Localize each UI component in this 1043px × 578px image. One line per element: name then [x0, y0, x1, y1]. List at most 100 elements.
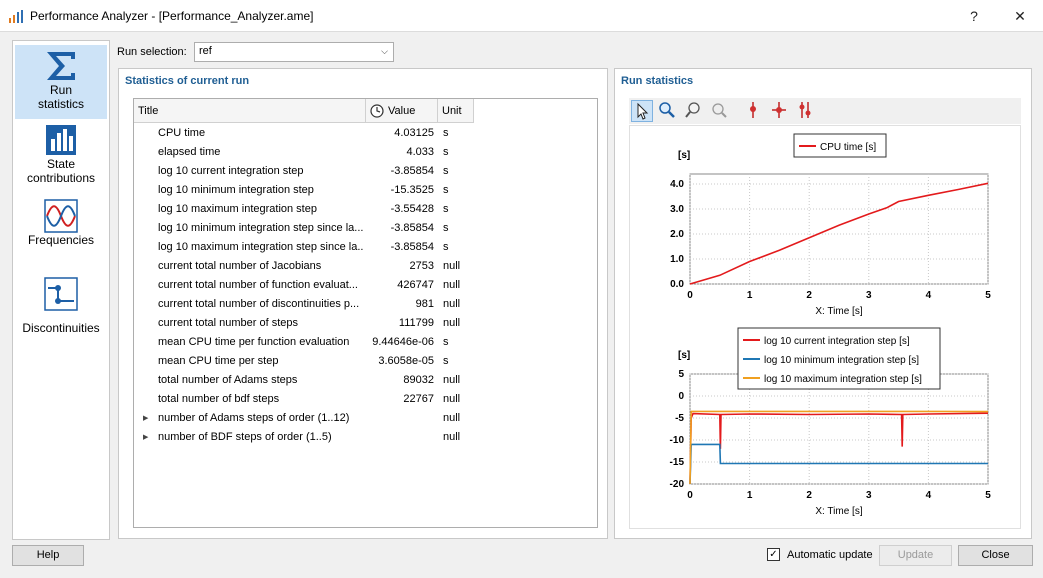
marker-split-tool[interactable]: [795, 100, 817, 122]
table-row[interactable]: log 10 minimum integration step since la…: [134, 219, 594, 238]
row-unit: null: [443, 431, 461, 443]
table-row[interactable]: current total number of Jacobians 2753 nul…: [134, 257, 594, 276]
table-row[interactable]: current total number of function evaluat…: [134, 276, 594, 295]
row-title: current total number of Jacobians: [158, 260, 322, 272]
row-value: 111799: [398, 317, 434, 329]
y-axis-label: [s]: [678, 350, 690, 361]
zoom-in-tool[interactable]: [657, 100, 679, 122]
wave-icon: [44, 199, 78, 233]
row-value: 981: [415, 298, 434, 310]
marker-tool[interactable]: [743, 100, 765, 122]
table-row[interactable]: total number of Adams steps 89032 null: [134, 371, 594, 390]
x-tick-label: 3: [866, 290, 872, 301]
row-unit: s: [443, 184, 449, 196]
x-tick-label: 1: [747, 290, 753, 301]
y-tick-label: -15: [670, 457, 685, 468]
row-unit: s: [443, 146, 449, 158]
run-selection-dropdown[interactable]: ref ⌵: [194, 42, 394, 62]
row-value: 3.6058e-05: [378, 355, 434, 367]
table-row[interactable]: mean CPU time per step 3.6058e-05 s: [134, 352, 594, 371]
y-tick-label: 2.0: [670, 229, 684, 240]
help-icon[interactable]: ?: [964, 6, 984, 26]
row-unit: s: [443, 241, 449, 253]
row-title: total number of bdf steps: [158, 393, 280, 405]
run-statistics-panel: Run statistics 0 1 2 3 4 5 0.0 1.0 2.0 3.0 4.0 [s] X…: [614, 68, 1032, 539]
table-row[interactable]: elapsed time 4.033 s: [134, 143, 594, 162]
zoom-out-tool[interactable]: [683, 100, 705, 122]
row-title: number of Adams steps of order (1..12): [158, 412, 350, 424]
pointer-tool[interactable]: [631, 100, 653, 122]
statistics-table: Title Value Unit CPU time 4.03125 s elapsed…: [133, 98, 598, 528]
table-row[interactable]: total number of bdf steps 22767 null: [134, 390, 594, 409]
table-row[interactable]: ▶ number of Adams steps of order (1..12) n…: [134, 409, 594, 428]
column-header-title[interactable]: Title: [134, 99, 366, 123]
sidebar-item-discontinuities[interactable]: Discontinuities: [15, 277, 107, 337]
row-unit: s: [443, 222, 449, 234]
row-value: 2753: [409, 260, 434, 272]
zoom-out-icon: [685, 102, 700, 118]
bar-chart-icon: [46, 125, 76, 155]
sidebar-item-label: Discontinuities: [22, 321, 100, 335]
row-unit: s: [443, 336, 449, 348]
row-unit: null: [443, 374, 461, 386]
window-title: Performance Analyzer - [Performance_Anal…: [30, 9, 314, 23]
table-row[interactable]: current total number of steps 111799 null: [134, 314, 594, 333]
automatic-update-checkbox[interactable]: ✓: [767, 548, 780, 561]
y-tick-label: 0: [678, 391, 684, 402]
sidebar-item-run-statistics[interactable]: Run statistics: [15, 45, 107, 119]
table-row[interactable]: log 10 minimum integration step -15.3525 s: [134, 181, 594, 200]
y-tick-label: 5: [678, 369, 684, 380]
table-row[interactable]: CPU time 4.03125 s: [134, 124, 594, 143]
marker-cross-tool[interactable]: [769, 100, 791, 122]
row-value: 22767: [403, 393, 434, 405]
charts-svg: 0 1 2 3 4 5 0.0 1.0 2.0 3.0 4.0 [s] X: Time [s] CPU t…: [670, 133, 991, 517]
row-value: -15.3525: [390, 184, 434, 196]
x-tick-label: 2: [806, 490, 812, 501]
table-row[interactable]: mean CPU time per function evaluation 9.4…: [134, 333, 594, 352]
row-value: -3.85854: [390, 165, 434, 177]
row-title: log 10 current integration step: [158, 165, 304, 177]
row-unit: null: [443, 298, 461, 310]
row-unit: null: [443, 317, 461, 329]
close-icon[interactable]: ✕: [1010, 6, 1030, 26]
sidebar-item-frequencies[interactable]: Frequencies: [15, 199, 107, 259]
table-row[interactable]: log 10 maximum integration step since la…: [134, 238, 594, 257]
sidebar-item-state-contributions[interactable]: State contributions: [15, 123, 107, 193]
row-value: 4.03125: [394, 127, 434, 139]
row-value: -3.55428: [390, 203, 434, 215]
expand-arrow-icon[interactable]: ▶: [143, 409, 148, 428]
row-title: log 10 maximum integration step: [158, 203, 317, 215]
row-title: total number of Adams steps: [158, 374, 298, 386]
clock-icon: [370, 104, 384, 118]
x-tick-label: 5: [985, 290, 991, 301]
x-tick-label: 2: [806, 290, 812, 301]
row-unit: s: [443, 355, 449, 367]
run-statistics-panel-title: Run statistics: [621, 75, 694, 87]
row-value: -3.85854: [390, 241, 434, 253]
zoom-in-icon: [659, 102, 675, 118]
zoom-reset-tool[interactable]: [709, 100, 731, 122]
expand-arrow-icon[interactable]: ▶: [143, 428, 148, 447]
legend-label: log 10 current integration step [s]: [764, 336, 910, 347]
table-row[interactable]: log 10 current integration step -3.85854 s: [134, 162, 594, 181]
x-tick-label: 1: [747, 490, 753, 501]
y-tick-label: 0.0: [670, 279, 684, 290]
statistics-panel: Statistics of current run Title Value Un…: [118, 68, 608, 539]
row-unit: s: [443, 203, 449, 215]
row-unit: null: [443, 412, 461, 424]
y-tick-label: 1.0: [670, 254, 684, 265]
help-button[interactable]: Help: [12, 545, 84, 566]
update-button[interactable]: Update: [879, 545, 952, 566]
row-value: 4.033: [406, 146, 434, 158]
row-title: mean CPU time per function evaluation: [158, 336, 350, 348]
column-header-unit[interactable]: Unit: [438, 99, 474, 123]
table-row[interactable]: current total number of discontinuities …: [134, 295, 594, 314]
row-title: current total number of discontinuities …: [158, 298, 360, 310]
table-row[interactable]: log 10 maximum integration step -3.55428 s: [134, 200, 594, 219]
x-axis-label: X: Time [s]: [815, 306, 862, 317]
column-header-value[interactable]: Value: [366, 99, 438, 123]
close-button[interactable]: Close: [958, 545, 1033, 566]
table-row[interactable]: ▶ number of BDF steps of order (1..5) null: [134, 428, 594, 447]
marker-split-icon: [799, 102, 811, 118]
plot-area[interactable]: 0 1 2 3 4 5 0.0 1.0 2.0 3.0 4.0 [s] X: Time [s] CPU t…: [629, 125, 1021, 529]
